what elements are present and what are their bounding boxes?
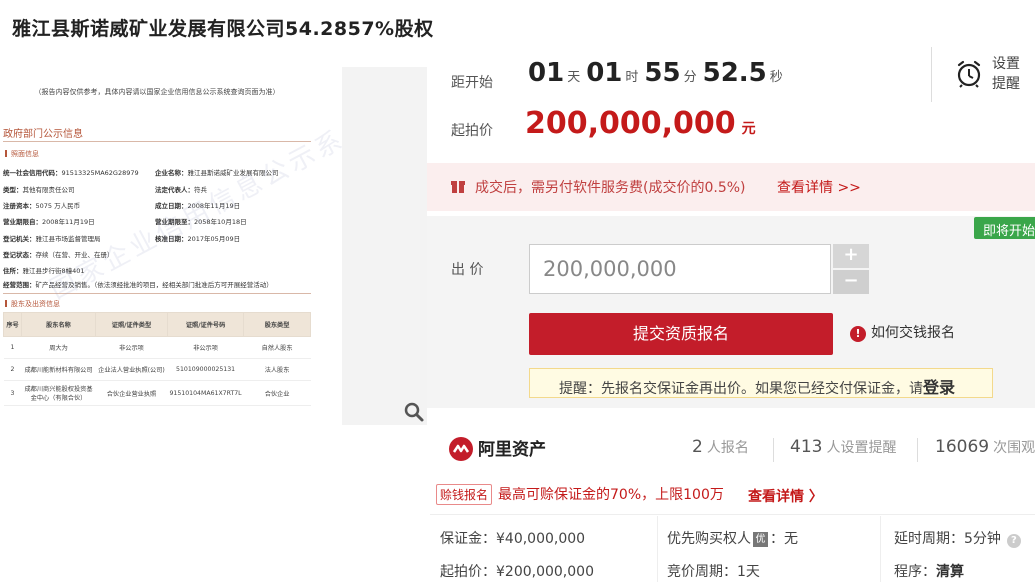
view-count: 16069 次围观 (935, 437, 1035, 457)
field-credit-code: 统一社会信用代码：91513325MA62G28979 (3, 169, 139, 177)
ali-assets-icon (449, 437, 473, 461)
table-cell: 自然人股东 (243, 336, 311, 359)
zoom-icon[interactable] (403, 401, 425, 423)
countdown-seconds-unit: 秒 (769, 70, 783, 85)
divider (3, 293, 311, 294)
priority-buyer-info: 优先购买权人优：无 (667, 531, 798, 547)
bid-label: 出 价 (451, 262, 484, 278)
table-row: 1 周大为 非公示项 非公示项 自然人股东 (3, 336, 311, 359)
login-tip: 提醒：先报名交保证金再出价。如果您已经交付保证金，请登录 (529, 368, 993, 398)
table-cell: 91510104MA61X7RT7L (167, 380, 244, 406)
report-subsection: 股东及出资信息 (5, 299, 60, 309)
countdown-minutes-unit: 分 (683, 70, 697, 85)
countdown-hours: 01 (586, 58, 623, 88)
table-row: 2 成都川能新材料有限公司 企业法人营业执照(公司) 5101090000251… (3, 358, 311, 381)
table-header: 证照/证件号码 (166, 312, 245, 337)
countdown-timer: 01 天 01 时 55 分 52.5 秒 (528, 58, 789, 88)
table-cell: 成都川能新材料有限公司 (21, 358, 96, 381)
countdown-seconds: 52.5 (702, 58, 767, 88)
watermark: 国家企业信用信息公示系统 (45, 109, 342, 306)
table-cell: 周大为 (21, 336, 96, 359)
field-type: 类型：其他有限责任公司 (3, 186, 75, 194)
info-icon: ! (850, 326, 866, 342)
gift-icon (451, 181, 465, 193)
field-scope: 经营范围：矿产品经营及销售。（依法须经批准的项目，经相关部门批准后方可开展经营活… (3, 281, 273, 289)
report-subsection: 照面信息 (5, 149, 39, 159)
coming-soon-badge: 即将开始 (974, 217, 1035, 239)
field-registrar: 登记机关：雅江县市场监督管理局 (3, 235, 101, 243)
countdown-label: 距开始 (451, 75, 493, 91)
divider (3, 141, 311, 142)
field-term-from: 营业期限自：2008年11月19日 (3, 218, 95, 226)
countdown-minutes: 55 (644, 58, 681, 88)
table-header: 股东类型 (243, 312, 311, 337)
notice-text: 成交后，需另付软件服务费(成交价的0.5%) (475, 180, 746, 196)
start-price-label: 起拍价 (451, 123, 493, 139)
how-to-pay-link[interactable]: ! 如何交钱报名 (850, 322, 955, 342)
countdown-hours-unit: 时 (625, 70, 639, 85)
report-section-title: 政府部门公示信息 (3, 129, 83, 140)
service-fee-notice: 成交后，需另付软件服务费(成交价的0.5%) 查看详情 >> (427, 163, 1035, 211)
preview-gutter (342, 67, 427, 425)
promo-details-link[interactable]: 查看详情 〉 (748, 486, 823, 506)
credit-promo: 赊钱报名 最高可赊保证金的70%，上限100万 (436, 484, 724, 505)
start-price-info: 起拍价：¥200,000,000 (440, 564, 594, 580)
credit-tag: 赊钱报名 (436, 484, 493, 505)
deposit-info: 保证金：¥40,000,000 (440, 531, 586, 547)
table-cell: 合伙企业 (243, 380, 311, 406)
table-header: 证照/证件类型 (95, 312, 168, 337)
increase-bid-button[interactable]: + (833, 244, 869, 268)
divider (657, 516, 658, 582)
signup-count: 2 人报名 (692, 437, 749, 457)
report-note: （报告内容仅供参考，具体内容请以国家企业信用信息公示系统查询页面为准） (34, 88, 280, 96)
alarm-clock-icon (957, 60, 981, 88)
table-cell: 3 (3, 380, 22, 406)
submit-registration-button[interactable]: 提交资质报名 (529, 313, 833, 355)
divider (917, 438, 918, 462)
view-details-link[interactable]: 查看详情 >> (777, 177, 861, 197)
table-row: 3 成都川商兴能股权投资基金中心（有限合伙） 合伙企业营业执照 91510104… (3, 380, 311, 406)
table-header: 序号 (3, 312, 22, 337)
table-cell: 1 (3, 336, 22, 359)
help-icon[interactable]: ? (1006, 534, 1021, 548)
brand-logo: 阿里资产 (449, 435, 546, 461)
table-cell: 2 (3, 358, 22, 381)
decrease-bid-button[interactable]: − (833, 270, 869, 294)
reminder-count: 413 人设置提醒 (790, 437, 897, 457)
login-link[interactable]: 登录 (923, 378, 955, 397)
table-cell: 非公示项 (167, 336, 244, 359)
table-cell: 企业法人营业执照(公司) (95, 358, 168, 381)
field-capital: 注册资本：5075 万人民币 (3, 202, 81, 210)
table-header: 股东名称 (21, 312, 96, 337)
divider (773, 438, 774, 462)
procedure-info: 程序：清算 (894, 564, 964, 580)
bid-period-info: 竞价周期：1天 (667, 564, 760, 580)
start-price-value: 200,000,000 元 (525, 106, 756, 141)
delay-period-info: 延时周期：5分钟? (894, 528, 1021, 548)
table-cell: 非公示项 (95, 336, 168, 359)
divider (430, 514, 1035, 515)
table-cell: 510109000025131 (167, 358, 244, 381)
reminder-label: 设置 提醒 (992, 56, 1020, 92)
table-cell: 成都川商兴能股权投资基金中心（有限合伙） (21, 380, 96, 406)
divider (880, 516, 881, 582)
countdown-days-unit: 天 (567, 70, 581, 85)
priority-icon: 优 (753, 532, 768, 547)
bid-amount-input[interactable]: 200,000,000 (529, 244, 831, 294)
shareholder-table: 序号 股东名称 证照/证件类型 证照/证件号码 股东类型 1 周大为 非公示项 … (3, 312, 311, 406)
start-price-unit: 元 (741, 121, 756, 137)
page-title: 雅江县斯诺威矿业发展有限公司54.2857%股权 (12, 18, 434, 40)
report-preview: （报告内容仅供参考，具体内容请以国家企业信用信息公示系统查询页面为准） 政府部门… (0, 67, 342, 425)
table-cell: 合伙企业营业执照 (95, 380, 168, 406)
set-reminder-button[interactable]: 设置 提醒 (931, 47, 1035, 102)
table-cell: 法人股东 (243, 358, 311, 381)
table-header-row: 序号 股东名称 证照/证件类型 证照/证件号码 股东类型 (3, 312, 311, 337)
countdown-days: 01 (528, 58, 565, 88)
